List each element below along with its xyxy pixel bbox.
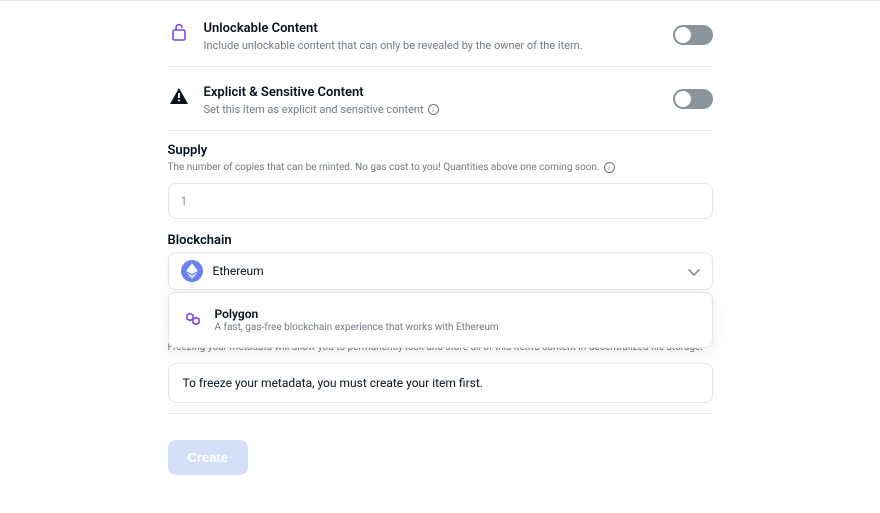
supply-input[interactable]: 1 [168, 183, 713, 219]
explicit-title: Explicit & Sensitive Content [204, 85, 659, 100]
supply-title: Supply [168, 143, 713, 158]
unlockable-toggle[interactable] [673, 25, 713, 45]
polygon-option-title: Polygon [215, 307, 698, 321]
explicit-toggle[interactable] [673, 89, 713, 109]
supply-section: Supply The number of copies that can be … [168, 143, 713, 219]
polygon-icon [183, 310, 203, 330]
blockchain-selected-label: Ethereum [213, 264, 264, 278]
chevron-down-icon [688, 262, 700, 281]
warning-icon [168, 85, 190, 107]
supply-desc: The number of copies that can be minted.… [168, 162, 600, 173]
info-icon[interactable]: i [604, 162, 615, 173]
unlockable-content-row: Unlockable Content Include unlockable co… [168, 15, 713, 67]
blockchain-option-polygon[interactable]: Polygon A fast, gas-free blockchain expe… [169, 301, 712, 339]
freeze-metadata-box: To freeze your metadata, you must create… [168, 363, 713, 403]
blockchain-select[interactable]: Ethereum [168, 252, 713, 290]
divider [168, 413, 713, 414]
ethereum-icon [181, 260, 203, 282]
blockchain-title: Blockchain [168, 233, 713, 248]
blockchain-section: Blockchain Ethereum [168, 233, 713, 475]
create-button[interactable]: Create [168, 440, 248, 475]
unlockable-title: Unlockable Content [204, 21, 659, 36]
explicit-desc: Set this item as explicit and sensitive … [204, 103, 424, 116]
explicit-content-row: Explicit & Sensitive Content Set this it… [168, 79, 713, 131]
info-icon[interactable]: i [428, 104, 439, 115]
lock-icon [168, 21, 190, 43]
polygon-option-desc: A fast, gas-free blockchain experience t… [215, 322, 698, 333]
blockchain-dropdown: Polygon A fast, gas-free blockchain expe… [168, 292, 713, 348]
unlockable-desc: Include unlockable content that can only… [204, 39, 659, 52]
